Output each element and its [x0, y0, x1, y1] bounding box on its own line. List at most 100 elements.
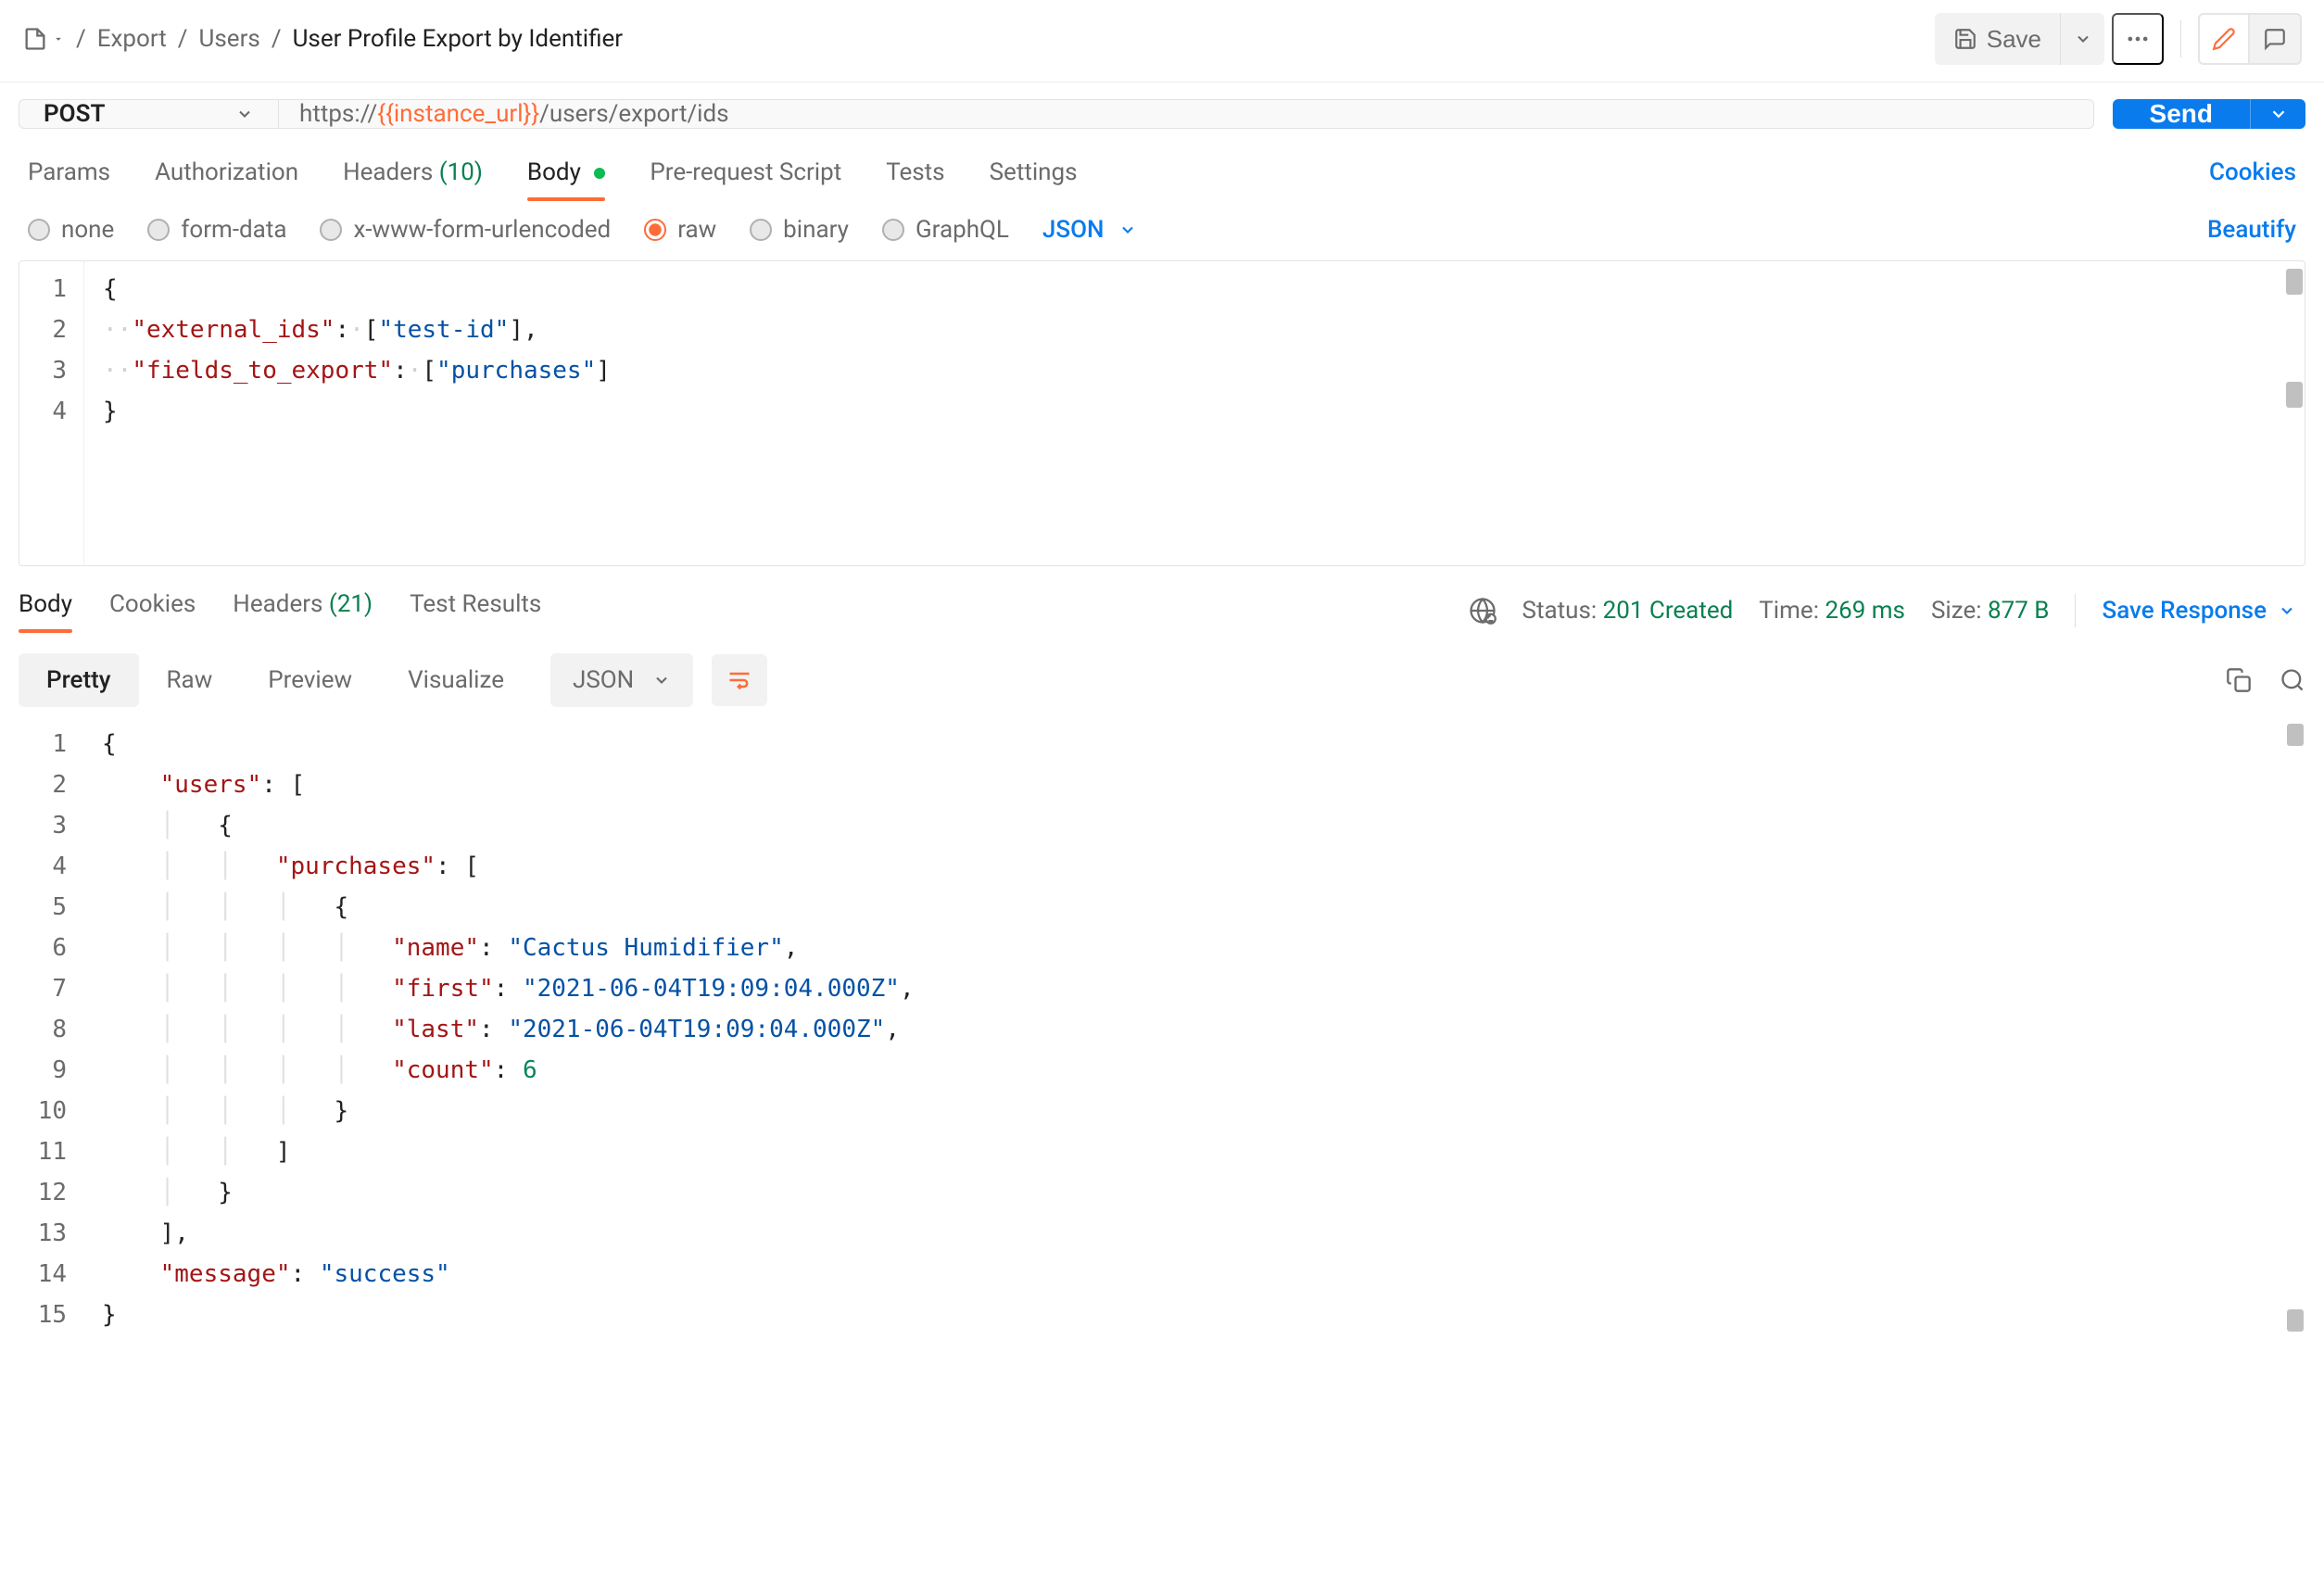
scrollbar-thumb[interactable] [2286, 269, 2303, 295]
json-string: "test-id" [378, 316, 509, 344]
body-format-select[interactable]: JSON [1042, 216, 1138, 244]
json-string: "Cactus Humidifier" [508, 934, 783, 962]
radio-icon [320, 219, 342, 241]
save-response-label: Save Response [2102, 597, 2267, 625]
network-icon[interactable] [1469, 597, 1497, 625]
save-button[interactable]: Save [1935, 13, 2060, 65]
beautify-link[interactable]: Beautify [2207, 216, 2296, 244]
chevron-down-icon [652, 671, 671, 689]
search-button[interactable] [2280, 667, 2305, 693]
resp-tab-test-results[interactable]: Test Results [410, 590, 541, 631]
scrollbar-thumb[interactable] [2287, 724, 2304, 746]
method-label: POST [44, 100, 105, 128]
scrollbar-thumb[interactable] [2287, 1309, 2304, 1332]
url-input[interactable]: https://{{instance_url}}/users/export/id… [279, 100, 2093, 128]
json-string: "success" [320, 1260, 450, 1288]
size-value: 877 B [1988, 597, 2050, 625]
crumb-users[interactable]: Users [199, 25, 260, 53]
status-block[interactable]: Status: 201 Created [1522, 597, 1734, 625]
request-name[interactable]: User Profile Export by Identifier [293, 25, 624, 53]
size-label: Size: [1931, 597, 1982, 625]
copy-button[interactable] [2226, 667, 2252, 693]
tab-authorization[interactable]: Authorization [155, 145, 298, 199]
url-row: POST https://{{instance_url}}/users/expo… [0, 82, 2324, 138]
method-select[interactable]: POST [19, 100, 279, 128]
code-content[interactable]: { "users": [ │ { │ │ "purchases": [ │ │ … [19, 716, 2305, 1335]
tab-settings[interactable]: Settings [990, 145, 1078, 199]
wrap-lines-button[interactable] [712, 654, 767, 706]
json-key: "name" [392, 934, 479, 962]
crumb-sep: / [76, 25, 86, 53]
resp-tab-cookies[interactable]: Cookies [109, 590, 196, 631]
view-preview[interactable]: Preview [240, 653, 380, 707]
json-key: "count" [392, 1056, 494, 1084]
size-block[interactable]: Size: 877 B [1931, 597, 2050, 625]
view-visualize[interactable]: Visualize [380, 653, 532, 707]
line-number: 3 [19, 350, 67, 391]
tab-body[interactable]: Body [527, 145, 605, 199]
view-segmented-control: Pretty Raw Preview Visualize [19, 653, 532, 707]
resp-tab-headers[interactable]: Headers (21) [233, 590, 373, 631]
url-variable: {{instance_url}} [377, 100, 539, 128]
url-prefix: https:// [299, 100, 377, 128]
radio-raw-label: raw [677, 216, 716, 244]
tab-prerequest[interactable]: Pre-request Script [650, 145, 841, 199]
body-indicator [594, 168, 605, 179]
body-format-label: JSON [1042, 216, 1105, 244]
url-suffix: /users/export/ids [539, 100, 728, 128]
edit-button[interactable] [2198, 13, 2250, 65]
crumb-export[interactable]: Export [97, 25, 167, 53]
response-format-select[interactable]: JSON [550, 653, 693, 707]
view-raw[interactable]: Raw [139, 653, 241, 707]
tab-icon[interactable] [22, 26, 65, 52]
radio-urlencoded[interactable]: x-www-form-urlencoded [320, 216, 611, 244]
tab-tests[interactable]: Tests [886, 145, 944, 199]
line-number: 10 [19, 1091, 67, 1131]
tab-headers[interactable]: Headers (10) [343, 145, 483, 199]
time-label: Time: [1759, 597, 1819, 625]
response-toolbar: Pretty Raw Preview Visualize JSON [0, 631, 2324, 716]
radio-none[interactable]: none [28, 216, 114, 244]
more-button[interactable] [2112, 13, 2164, 65]
radio-icon [147, 219, 170, 241]
line-number: 1 [19, 269, 67, 309]
body-type-row: none form-data x-www-form-urlencoded raw… [0, 199, 2324, 260]
time-block[interactable]: Time: 269 ms [1759, 597, 1905, 625]
comment-button[interactable] [2250, 13, 2302, 65]
json-number: 6 [523, 1056, 537, 1084]
comment-icon [2263, 27, 2287, 51]
radio-form-data[interactable]: form-data [147, 216, 286, 244]
cookies-link[interactable]: Cookies [2209, 158, 2296, 186]
radio-raw[interactable]: raw [644, 216, 716, 244]
scrollbar-thumb[interactable] [2286, 382, 2303, 408]
json-key: "purchases" [276, 853, 436, 880]
send-label: Send [2150, 99, 2213, 129]
send-button[interactable]: Send [2113, 99, 2250, 129]
resp-headers-count: (21) [329, 590, 373, 618]
code-content[interactable]: { ··"external_ids":·["test-id"], ··"fiel… [19, 261, 2305, 432]
resp-tab-body[interactable]: Body [19, 590, 72, 631]
view-pretty[interactable]: Pretty [19, 653, 139, 707]
json-key: "first" [392, 975, 494, 1003]
status-label: Status: [1522, 597, 1598, 625]
request-body-editor[interactable]: 1 2 3 4 { ··"external_ids":·["test-id"],… [19, 260, 2305, 566]
tab-params[interactable]: Params [28, 145, 110, 199]
line-number: 15 [19, 1295, 67, 1335]
json-key: "users" [160, 771, 262, 799]
radio-binary-label: binary [783, 216, 849, 244]
radio-binary[interactable]: binary [750, 216, 849, 244]
line-number: 2 [19, 764, 67, 805]
json-string: "purchases" [436, 357, 596, 385]
send-dropdown[interactable] [2250, 99, 2305, 129]
save-response-button[interactable]: Save Response [2102, 597, 2296, 625]
time-value: 269 ms [1825, 597, 1905, 625]
chevron-down-icon [2074, 30, 2092, 48]
radio-graphql[interactable]: GraphQL [882, 216, 1009, 244]
line-number: 12 [19, 1172, 67, 1213]
topbar-actions: Save [1935, 13, 2302, 65]
response-body-editor[interactable]: 1 2 3 4 5 6 7 8 9 10 11 12 13 14 15 { "u… [19, 716, 2305, 1335]
save-dropdown[interactable] [2060, 13, 2104, 65]
chevron-down-icon [2268, 104, 2289, 124]
wrap-icon [726, 667, 752, 693]
more-horizontal-icon [2125, 26, 2151, 52]
